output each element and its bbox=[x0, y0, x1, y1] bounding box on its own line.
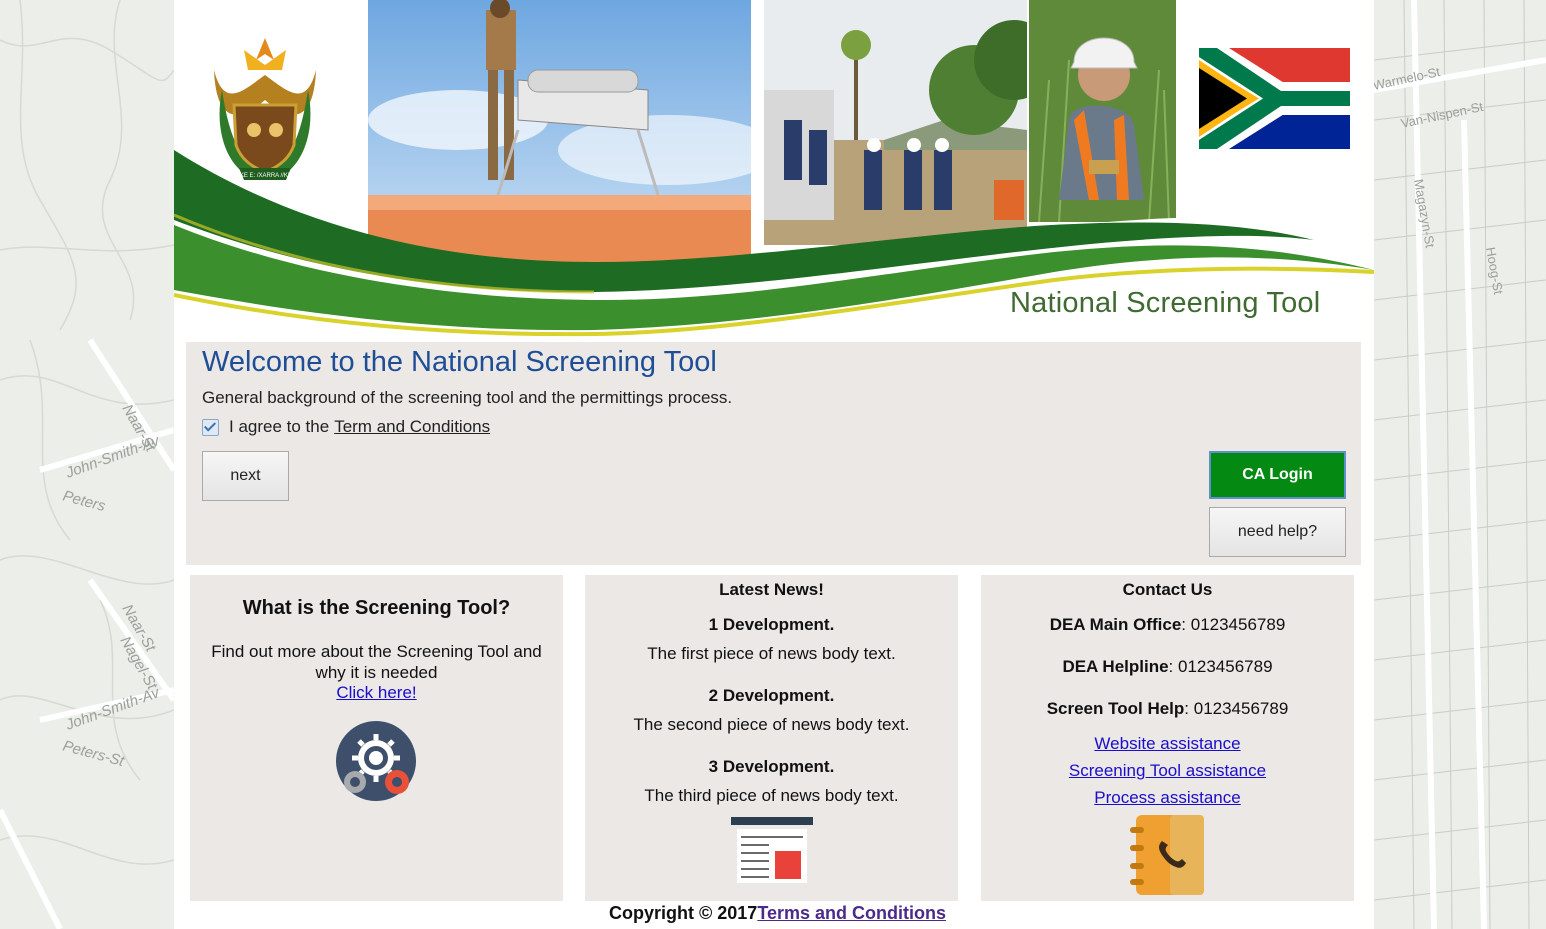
news-item-body: The first piece of news body text. bbox=[647, 644, 896, 663]
news-item-body: The third piece of news body text. bbox=[644, 786, 899, 805]
header-banner: !KE E: /XARRA //KE National Screening To… bbox=[174, 0, 1374, 338]
contact-value: : 0123456789 bbox=[1181, 615, 1286, 634]
card-text: Find out more about the Screening Tool a… bbox=[211, 642, 542, 682]
footer: Copyright © 2017Terms and Conditions bbox=[609, 903, 946, 924]
agree-terms-row: I agree to the Term and Conditions bbox=[202, 417, 490, 437]
contact-entry: DEA Main Office: 0123456789 bbox=[981, 615, 1354, 635]
what-is-tool-card: What is the Screening Tool? Find out mor… bbox=[190, 575, 563, 901]
ca-login-button[interactable]: CA Login bbox=[1209, 451, 1346, 499]
welcome-panel: Welcome to the National Screening Tool G… bbox=[186, 342, 1361, 565]
map-label: Peters bbox=[61, 487, 108, 515]
map-label: Peters-St bbox=[61, 737, 127, 770]
process-assistance-link[interactable]: Process assistance bbox=[1094, 788, 1240, 807]
background-text: General background of the screening tool… bbox=[202, 388, 733, 407]
copyright-text: Copyright © 2017 bbox=[609, 903, 758, 923]
agree-checkbox[interactable] bbox=[202, 418, 219, 436]
contact-entry: Screen Tool Help: 0123456789 bbox=[981, 699, 1354, 719]
news-document-icon bbox=[731, 817, 813, 883]
map-label: Hoog-St bbox=[1483, 246, 1506, 296]
card-heading: Latest News! bbox=[719, 580, 824, 599]
latest-news-card: Latest News! 1 Development. The first pi… bbox=[585, 575, 958, 901]
contact-label: Screen Tool Help bbox=[1046, 699, 1185, 718]
card-heading: Contact Us bbox=[1122, 580, 1213, 599]
contact-value: : 0123456789 bbox=[1184, 699, 1289, 718]
news-item-title: 1 Development. bbox=[708, 615, 835, 634]
news-item-title: 3 Development. bbox=[708, 757, 835, 776]
contact-us-card: Contact Us DEA Main Office: 0123456789 D… bbox=[981, 575, 1354, 901]
terms-link[interactable]: Term and Conditions bbox=[334, 417, 490, 437]
page-title: Welcome to the National Screening Tool bbox=[202, 346, 717, 378]
map-background-left: Naar-St John-Smith-Av Peters Naar-St Nag… bbox=[0, 0, 174, 929]
contact-label: DEA Main Office bbox=[1049, 615, 1182, 634]
footer-terms-link[interactable]: Terms and Conditions bbox=[757, 903, 946, 923]
banner-title: National Screening Tool bbox=[1010, 287, 1321, 319]
screening-tool-assistance-link[interactable]: Screening Tool assistance bbox=[1069, 761, 1266, 780]
contact-label: DEA Helpline bbox=[1062, 657, 1169, 676]
next-button[interactable]: next bbox=[202, 451, 289, 501]
click-here-link[interactable]: Click here! bbox=[336, 683, 416, 702]
map-label: Magazyn-St bbox=[1411, 178, 1438, 249]
map-label: Warmelo-St bbox=[1374, 64, 1442, 93]
agree-label: I agree to the bbox=[229, 417, 330, 436]
main-page: !KE E: /XARRA //KE National Screening To… bbox=[174, 0, 1374, 929]
contact-value: : 0123456789 bbox=[1168, 657, 1273, 676]
need-help-button[interactable]: need help? bbox=[1209, 507, 1346, 557]
map-background-right: Warmelo-St Van-Nispen-St Magazyn-St Hoog… bbox=[1374, 0, 1546, 929]
phone-book-icon bbox=[1130, 815, 1204, 895]
website-assistance-link[interactable]: Website assistance bbox=[1094, 734, 1240, 753]
gears-icon bbox=[336, 721, 416, 801]
south-africa-flag-icon bbox=[1199, 48, 1350, 149]
news-item-title: 2 Development. bbox=[708, 686, 835, 705]
news-item-body: The second piece of news body text. bbox=[633, 715, 910, 734]
map-label: Van-Nispen-St bbox=[1400, 99, 1485, 131]
card-heading: What is the Screening Tool? bbox=[242, 597, 511, 619]
contact-entry: DEA Helpline: 0123456789 bbox=[981, 657, 1354, 677]
